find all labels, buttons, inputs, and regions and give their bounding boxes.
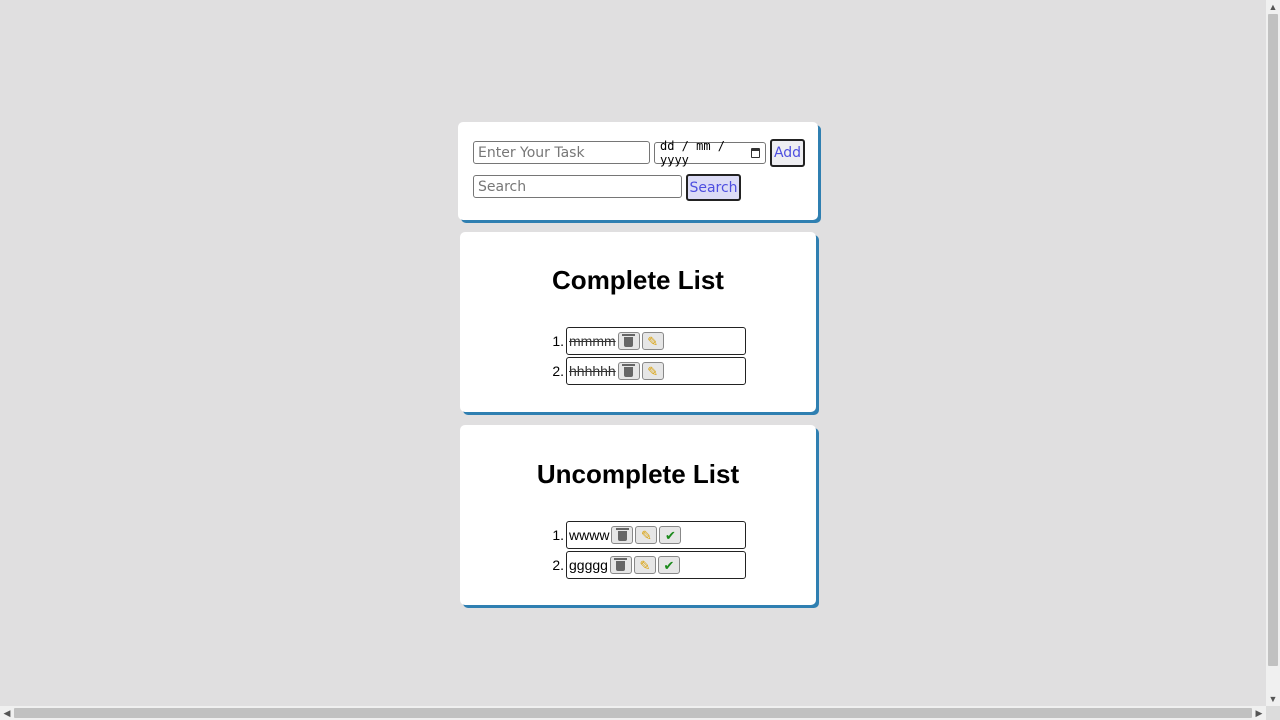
date-placeholder: dd / mm / yyyy [660, 139, 726, 167]
delete-button[interactable] [609, 556, 632, 574]
horizontal-scrollbar[interactable]: ◀ ▶ [0, 706, 1266, 720]
checkmark-icon: ✔ [665, 527, 676, 543]
complete-list-title: Complete List [552, 265, 724, 295]
task-input[interactable] [473, 141, 650, 164]
list-item-box: hhhhhh ✎ [566, 357, 746, 385]
edit-button[interactable]: ✎ [641, 332, 664, 350]
scroll-right-icon[interactable]: ▶ [1252, 706, 1266, 720]
list-item-text: ggggg [569, 557, 608, 573]
edit-button[interactable]: ✎ [641, 362, 664, 380]
list-item-number: 2. [552, 363, 564, 379]
date-input[interactable]: dd / mm / yyyy [654, 139, 766, 167]
scroll-up-icon[interactable]: ▲ [1266, 0, 1280, 14]
list-item-text: wwww [569, 527, 610, 543]
delete-button[interactable] [617, 332, 640, 350]
edit-button[interactable]: ✎ [633, 556, 656, 574]
delete-button[interactable] [617, 362, 640, 380]
task-form-card: dd / mm / yyyy Add Search [458, 122, 818, 220]
pencil-icon: ✎ [647, 363, 659, 379]
trash-icon [615, 528, 629, 541]
pencil-icon: ✎ [641, 527, 652, 543]
list-item-box: mmmm ✎ [566, 327, 746, 355]
search-input[interactable] [473, 175, 682, 198]
edit-button[interactable]: ✎ [635, 526, 658, 544]
pencil-icon: ✎ [639, 557, 651, 573]
list-item-number: 1. [552, 527, 564, 543]
checkmark-icon: ✔ [663, 557, 675, 573]
list-item-text: hhhhhh [569, 363, 616, 379]
scroll-left-icon[interactable]: ◀ [0, 706, 14, 720]
horizontal-scroll-thumb[interactable] [14, 708, 1252, 718]
list-item-box: wwww ✎ ✔ [566, 521, 746, 549]
list-item-number: 1. [552, 333, 564, 349]
add-button[interactable]: Add [770, 139, 805, 167]
list-item-box: ggggg ✎ ✔ [566, 551, 746, 579]
complete-button[interactable]: ✔ [659, 526, 682, 544]
trash-icon [622, 334, 636, 347]
scroll-down-icon[interactable]: ▼ [1266, 692, 1280, 706]
vertical-scroll-thumb[interactable] [1268, 14, 1278, 666]
calendar-icon[interactable] [750, 148, 760, 158]
complete-list-card: Complete List 1. mmmm ✎ 2. hhhhhh ✎ [460, 232, 816, 412]
search-button[interactable]: Search [686, 174, 741, 201]
list-item-text: mmmm [569, 333, 616, 349]
delete-button[interactable] [611, 526, 634, 544]
trash-icon [614, 558, 628, 571]
uncomplete-list-card: Uncomplete List 1. wwww ✎ ✔ 2. ggggg ✎ ✔ [460, 425, 816, 605]
pencil-icon: ✎ [647, 333, 659, 349]
uncomplete-list-title: Uncomplete List [536, 459, 740, 489]
complete-button[interactable]: ✔ [657, 556, 680, 574]
trash-icon [622, 364, 636, 377]
scrollbar-corner [1266, 706, 1280, 720]
list-item-number: 2. [552, 557, 564, 573]
vertical-scrollbar[interactable]: ▲ ▼ [1266, 0, 1280, 706]
